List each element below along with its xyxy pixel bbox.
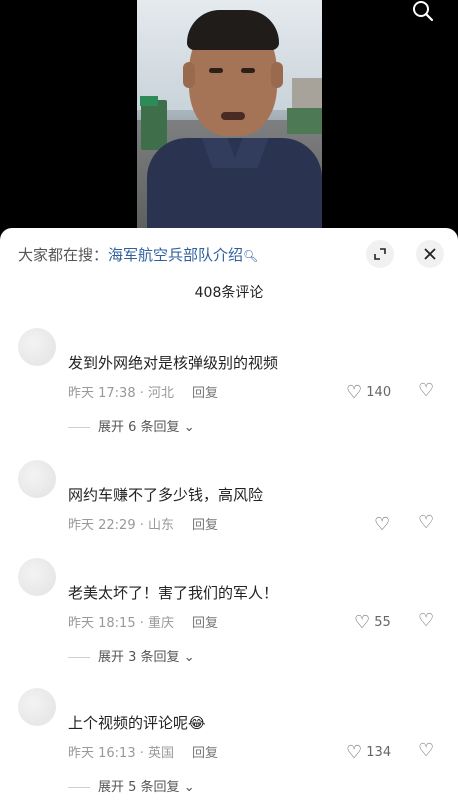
comment-count: 408条评论 — [194, 285, 264, 301]
divider-line — [68, 427, 90, 428]
comment-text: 老美太坏了！害了我们的军人！ — [68, 584, 279, 602]
dislike-icon[interactable]: ♡ — [418, 512, 434, 533]
like-count: 134 — [366, 745, 392, 760]
suggestion-term-link[interactable]: 海军航空兵部队介绍 — [108, 246, 243, 264]
comment-text: 网约车赚不了多少钱，高风险 — [68, 486, 264, 504]
person-mouth — [221, 112, 245, 120]
heart-icon: ♡ — [374, 514, 391, 535]
divider-line — [68, 787, 90, 788]
comment-text: 发到外网绝对是核弹级别的视频 — [68, 354, 279, 372]
comment-panel: 大家都在搜：海军航空兵部队介绍🔍︎ 408条评论 发到外网绝对是核弹级别的视频 … — [0, 228, 458, 800]
avatar[interactable] — [18, 460, 56, 498]
dislike-icon[interactable]: ♡ — [418, 740, 434, 761]
person-ear-left — [183, 62, 195, 88]
comment-time-location: 昨天 22:29 · 山东 — [68, 518, 174, 533]
video-player[interactable] — [0, 0, 458, 232]
expand-replies-label: 展开 5 条回复 — [98, 780, 180, 795]
person-eye-right — [241, 68, 255, 73]
like-button[interactable]: ♡ — [374, 514, 390, 535]
reply-button[interactable]: 回复 — [192, 386, 218, 401]
background-truck-right — [287, 108, 322, 134]
divider-line — [68, 657, 90, 658]
search-icon[interactable] — [412, 0, 438, 22]
search-suggestion[interactable]: 大家都在搜：海军航空兵部队介绍🔍︎ — [18, 244, 258, 265]
heart-icon: ♡ — [346, 742, 363, 763]
app-root: 大家都在搜：海军航空兵部队介绍🔍︎ 408条评论 发到外网绝对是核弹级别的视频 … — [0, 0, 458, 800]
comment-time-location: 昨天 18:15 · 重庆 — [68, 616, 174, 631]
comment-time-location: 昨天 16:13 · 英国 — [68, 746, 174, 761]
chevron-down-icon: ⌄ — [183, 420, 195, 435]
suggestion-prefix: 大家都在搜： — [18, 246, 109, 264]
comment-panel-header: 大家都在搜：海军航空兵部队介绍🔍︎ — [0, 228, 458, 280]
avatar[interactable] — [18, 328, 56, 366]
person-ear-right — [271, 62, 283, 88]
like-button[interactable]: ♡ 55 — [354, 612, 391, 633]
like-count: 55 — [374, 615, 391, 630]
heart-icon: ♡ — [346, 382, 363, 403]
avatar[interactable] — [18, 688, 56, 726]
expand-replies-button[interactable]: 展开 6 条回复 ⌄ — [68, 416, 195, 435]
comment-meta: 昨天 16:13 · 英国 回复 — [68, 742, 218, 761]
like-button[interactable]: ♡ 134 — [346, 742, 391, 763]
road-sign — [140, 96, 158, 106]
expand-icon[interactable] — [366, 240, 394, 268]
dislike-icon[interactable]: ♡ — [418, 380, 434, 401]
like-button[interactable]: ♡ 140 — [346, 382, 391, 403]
expand-replies-label: 展开 3 条回复 — [98, 650, 180, 665]
comment-meta: 昨天 17:38 · 河北 回复 — [68, 382, 218, 401]
suggestion-search-icon: 🔍︎ — [243, 249, 259, 263]
video-frame[interactable] — [137, 0, 322, 232]
chevron-down-icon: ⌄ — [183, 780, 195, 795]
person-hair — [187, 10, 279, 50]
person-shirt — [147, 138, 322, 232]
comment-meta: 昨天 22:29 · 山东 回复 — [68, 514, 218, 533]
comment-text: 上个视频的评论呢😂 — [68, 714, 206, 732]
comment-time-location: 昨天 17:38 · 河北 — [68, 386, 174, 401]
avatar[interactable] — [18, 558, 56, 596]
expand-replies-button[interactable]: 展开 3 条回复 ⌄ — [68, 646, 195, 665]
heart-icon: ♡ — [354, 612, 371, 633]
reply-button[interactable]: 回复 — [192, 616, 218, 631]
chevron-down-icon: ⌄ — [183, 650, 195, 665]
comment-meta: 昨天 18:15 · 重庆 回复 — [68, 612, 218, 631]
reply-button[interactable]: 回复 — [192, 746, 218, 761]
close-icon[interactable] — [416, 240, 444, 268]
like-count: 140 — [366, 385, 392, 400]
expand-replies-label: 展开 6 条回复 — [98, 420, 180, 435]
reply-button[interactable]: 回复 — [192, 518, 218, 533]
expand-replies-button[interactable]: 展开 5 条回复 ⌄ — [68, 776, 195, 795]
person-eye-left — [209, 68, 223, 73]
background-truck — [141, 100, 167, 150]
dislike-icon[interactable]: ♡ — [418, 610, 434, 631]
background-building — [292, 78, 322, 108]
